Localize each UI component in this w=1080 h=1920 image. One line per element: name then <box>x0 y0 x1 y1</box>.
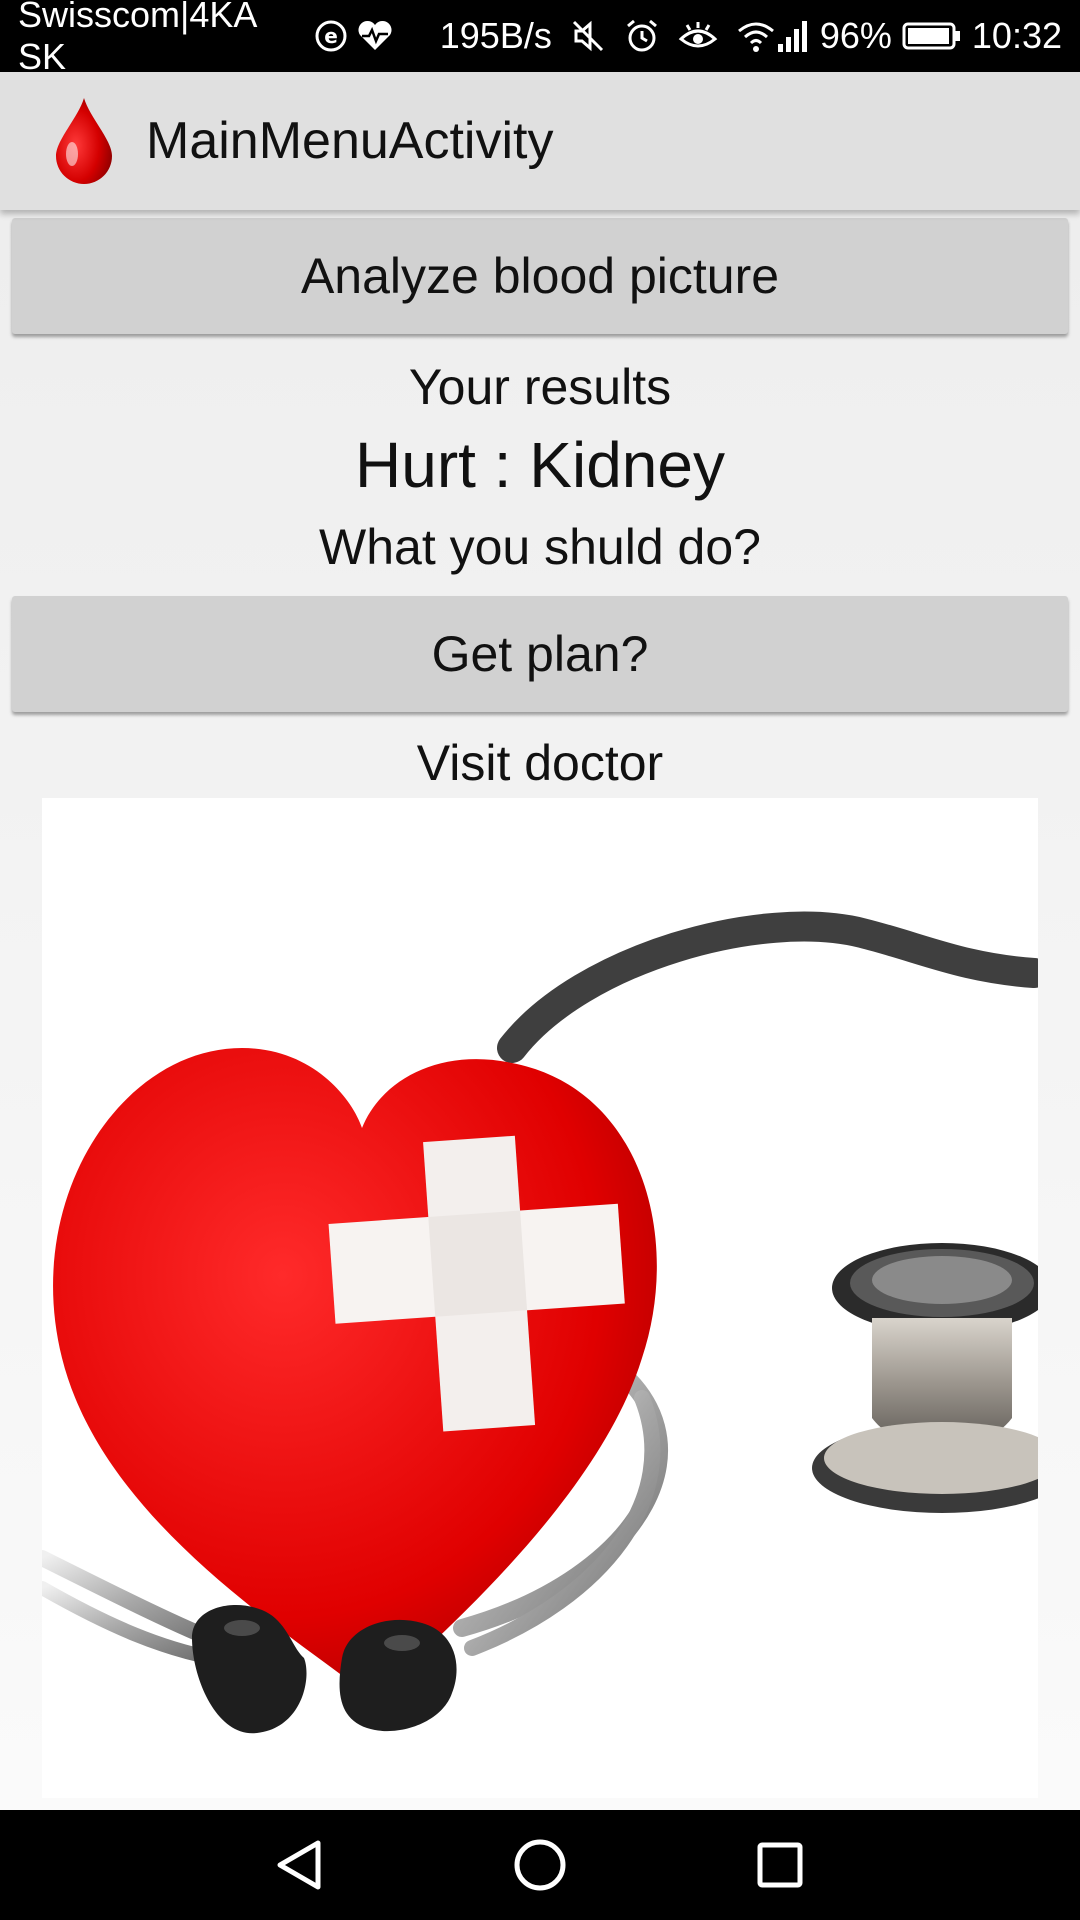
battery-icon <box>902 21 962 51</box>
question-text: What you shuld do? <box>319 519 761 575</box>
network-speed: 195B/s <box>439 15 552 56</box>
carrier-label: Swisscom|4KA SK <box>18 0 256 77</box>
status-bar: Swisscom|4KA SK e 195B/s 96% 10:32 <box>0 0 1080 77</box>
results-heading: Your results <box>408 359 672 415</box>
navigation-bar <box>0 1810 1080 1920</box>
home-icon[interactable] <box>495 1820 585 1910</box>
mute-icon <box>570 18 606 54</box>
heart-stethoscope-image <box>42 798 1038 1798</box>
analyze-blood-button[interactable]: Analyze blood picture <box>12 218 1068 334</box>
get-plan-button[interactable]: Get plan? <box>12 596 1068 712</box>
clock: 10:32 <box>971 15 1062 56</box>
e-icon: e <box>314 19 348 53</box>
main-content: Analyze blood picture Your results Hurt … <box>0 210 1080 1810</box>
svg-text:e: e <box>324 24 338 48</box>
blood-drop-icon <box>52 96 116 186</box>
eye-icon <box>678 19 718 53</box>
battery-percent: 96% <box>819 15 892 56</box>
health-icon <box>356 19 394 53</box>
alarm-icon <box>624 18 660 54</box>
wifi-icon <box>736 19 776 53</box>
recents-icon[interactable] <box>735 1820 825 1910</box>
advice-text: Visit doctor <box>416 735 664 791</box>
result-value: Hurt : Kidney <box>355 429 725 501</box>
back-icon[interactable] <box>255 1820 345 1910</box>
app-title: MainMenuActivity <box>146 112 554 170</box>
app-bar: MainMenuActivity <box>0 72 1080 210</box>
signal-icon <box>776 18 810 54</box>
